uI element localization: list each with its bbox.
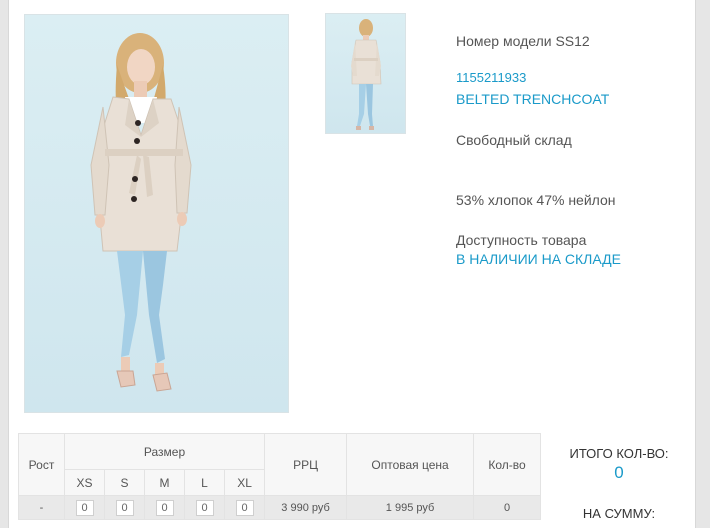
qty-input-xs[interactable]: 0 <box>75 499 94 516</box>
qty-input-l[interactable]: 0 <box>195 499 214 516</box>
size-l-header: L <box>184 469 225 496</box>
model-number: Номер модели SS12 <box>456 33 590 49</box>
availability-status: В НАЛИЧИИ НА СКЛАДЕ <box>456 251 621 267</box>
size-xl-cell: 0 <box>223 495 266 520</box>
size-xs-header: XS <box>64 469 105 496</box>
size-s-cell: 0 <box>104 495 145 520</box>
size-s-header: S <box>104 469 145 496</box>
qty-input-s[interactable]: 0 <box>115 499 134 516</box>
rrp-cell: 3 990 руб <box>264 495 348 520</box>
qty-cell: 0 <box>473 495 542 520</box>
product-name: BELTED TRENCHCOAT <box>456 91 610 107</box>
product-thumbnail[interactable] <box>325 13 406 134</box>
table-row: - 0 0 0 0 0 3 990 руб 1 995 руб 0 <box>18 495 542 520</box>
height-cell: - <box>18 495 65 520</box>
article-number: 1155211933 <box>456 70 527 85</box>
warehouse-label: Свободный склад <box>456 132 572 148</box>
model-back-illustration <box>351 19 382 130</box>
total-count-label: ИТОГО КОЛ-ВО: <box>569 446 669 461</box>
size-m-cell: 0 <box>144 495 185 520</box>
order-table: Рост Размер РРЦ Оптовая цена Кол-во XS S… <box>18 433 542 520</box>
total-sum-label: НА СУММУ: <box>582 506 656 521</box>
qty-input-xl[interactable]: 0 <box>235 499 254 516</box>
size-l-cell: 0 <box>184 495 225 520</box>
totals-block: ИТОГО КОЛ-ВО: 0 НА СУММУ: <box>556 446 682 521</box>
size-header: Размер <box>63 433 266 470</box>
wholesale-header: Оптовая цена <box>346 433 475 496</box>
availability-label: Доступность товара <box>456 232 587 248</box>
model-illustration <box>90 33 192 392</box>
product-main-photo[interactable] <box>24 14 289 413</box>
total-count-value: 0 <box>614 463 624 482</box>
composition-text: 53% хлопок 47% нейлон <box>456 192 616 208</box>
qty-header: Кол-во <box>473 433 542 496</box>
height-header: Рост <box>18 433 65 496</box>
size-xs-cell: 0 <box>64 495 105 520</box>
size-m-header: M <box>144 469 185 496</box>
qty-input-m[interactable]: 0 <box>155 499 174 516</box>
wholesale-cell: 1 995 руб <box>346 495 475 520</box>
size-xl-header: XL <box>223 469 266 496</box>
rrp-header: РРЦ <box>264 433 348 496</box>
